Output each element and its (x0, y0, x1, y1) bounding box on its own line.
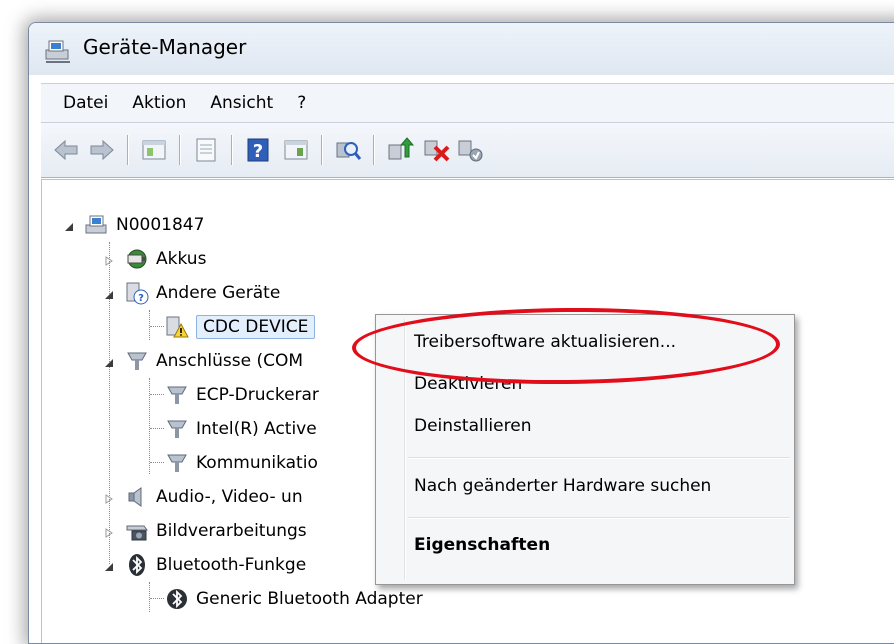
toolbar-separator (231, 135, 233, 165)
tree-line (150, 462, 164, 463)
collapse-arrow-icon[interactable] (104, 562, 114, 572)
tree-label: Kommunikatio (196, 453, 318, 473)
show-hidden-icon[interactable] (281, 135, 311, 165)
port-icon (127, 352, 147, 370)
title-bar[interactable]: Geräte-Manager (29, 23, 894, 75)
menu-item-properties[interactable]: Eigenschaften (414, 530, 550, 560)
uninstall-icon[interactable] (421, 135, 451, 165)
expand-arrow-icon[interactable] (104, 528, 114, 538)
tree-label: Intel(R) Active (196, 419, 317, 439)
toolbar: ? (41, 123, 894, 178)
tree-node-bildverarbeitung[interactable]: Bildverarbeitungs (124, 516, 307, 546)
port-icon (167, 420, 187, 438)
port-icon (167, 454, 187, 472)
toolbar-separator (321, 135, 323, 165)
tree-label: Akkus (156, 249, 207, 269)
tree-label: Andere Geräte (156, 283, 281, 303)
tree-line (150, 326, 164, 327)
svg-text:?: ? (253, 141, 263, 162)
menu-bar: Datei Aktion Ansicht ? (41, 83, 894, 123)
tree-line (149, 582, 150, 612)
tree-label: CDC DEVICE (196, 315, 316, 339)
unknown-device-icon: ? (126, 282, 149, 305)
tree-node-cdc-device[interactable]: CDC DEVICE (164, 312, 316, 342)
menu-item-disable[interactable]: Deaktivieren (414, 369, 522, 399)
menu-separator (408, 517, 790, 519)
tree-node-bluetooth[interactable]: Bluetooth-Funkge (124, 550, 306, 580)
menu-aktion[interactable]: Aktion (120, 84, 198, 122)
menu-datei[interactable]: Datei (41, 84, 120, 122)
context-menu: Treibersoftware aktualisieren... Deaktiv… (375, 314, 795, 585)
tree-node-root[interactable]: N0001847 (84, 210, 204, 240)
bluetooth-icon (129, 554, 145, 576)
tree-node-generic-bluetooth[interactable]: Generic Bluetooth Adapter (164, 584, 423, 614)
collapse-arrow-icon[interactable] (64, 222, 74, 232)
camera-icon (126, 525, 148, 541)
speaker-icon (128, 487, 142, 507)
tree-label: Anschlüsse (COM (156, 351, 304, 371)
print-icon[interactable] (191, 135, 221, 165)
port-icon (167, 386, 187, 404)
tree-line (149, 310, 150, 340)
tree-node-audio[interactable]: Audio-, Video- un (124, 482, 303, 512)
disable-icon[interactable] (455, 135, 485, 165)
tree-label: Bildverarbeitungs (156, 521, 307, 541)
tree-node-intel-active[interactable]: Intel(R) Active (164, 414, 317, 444)
tree-node-akkus[interactable]: Akkus (124, 244, 206, 274)
computer-icon (85, 215, 107, 234)
menu-separator (408, 457, 790, 459)
tree-label: ECP-Druckerar (196, 385, 319, 405)
toolbar-separator (373, 135, 375, 165)
expand-arrow-icon[interactable] (104, 494, 114, 504)
warning-device-icon (166, 316, 189, 338)
tree-node-ecp-druckeranschluss[interactable]: ECP-Druckerar (164, 380, 319, 410)
menu-item-scan-hardware[interactable]: Nach geänderter Hardware suchen (414, 471, 711, 501)
svg-text:?: ? (138, 293, 144, 304)
forward-icon[interactable] (87, 135, 117, 165)
collapse-arrow-icon[interactable] (104, 290, 114, 300)
update-driver-icon[interactable] (385, 135, 415, 165)
toolbar-separator (179, 135, 181, 165)
bluetooth-icon (167, 589, 187, 609)
window-title: Geräte-Manager (83, 35, 247, 59)
scan-hardware-icon[interactable] (333, 135, 363, 165)
collapse-arrow-icon[interactable] (104, 358, 114, 368)
tree-node-kommunikationsanschluss[interactable]: Kommunikatio (164, 448, 318, 478)
menu-ansicht[interactable]: Ansicht (198, 84, 285, 122)
back-icon[interactable] (51, 135, 81, 165)
tree-line (150, 394, 164, 395)
menu-item-uninstall[interactable]: Deinstallieren (414, 411, 531, 441)
toolbar-separator (127, 135, 129, 165)
menu-gutter (404, 319, 406, 580)
menu-item-update-driver[interactable]: Treibersoftware aktualisieren... (414, 327, 676, 357)
tree-line (150, 428, 164, 429)
tree-node-anschluesse[interactable]: Anschlüsse (COM (124, 346, 303, 376)
device-manager-icon (45, 40, 70, 63)
properties-icon[interactable] (139, 135, 169, 165)
tree-node-andere-geraete[interactable]: ? Andere Geräte (124, 278, 280, 308)
battery-icon (127, 249, 147, 269)
tree-label: Generic Bluetooth Adapter (196, 589, 423, 609)
menu-help[interactable]: ? (285, 84, 318, 122)
tree-label: Bluetooth-Funkge (156, 555, 307, 575)
tree-line (150, 598, 164, 599)
expand-arrow-icon[interactable] (104, 256, 114, 266)
tree-label: Audio-, Video- un (156, 487, 303, 507)
help-icon[interactable]: ? (243, 135, 273, 165)
tree-label: N0001847 (116, 215, 205, 235)
tree-line (149, 378, 150, 474)
